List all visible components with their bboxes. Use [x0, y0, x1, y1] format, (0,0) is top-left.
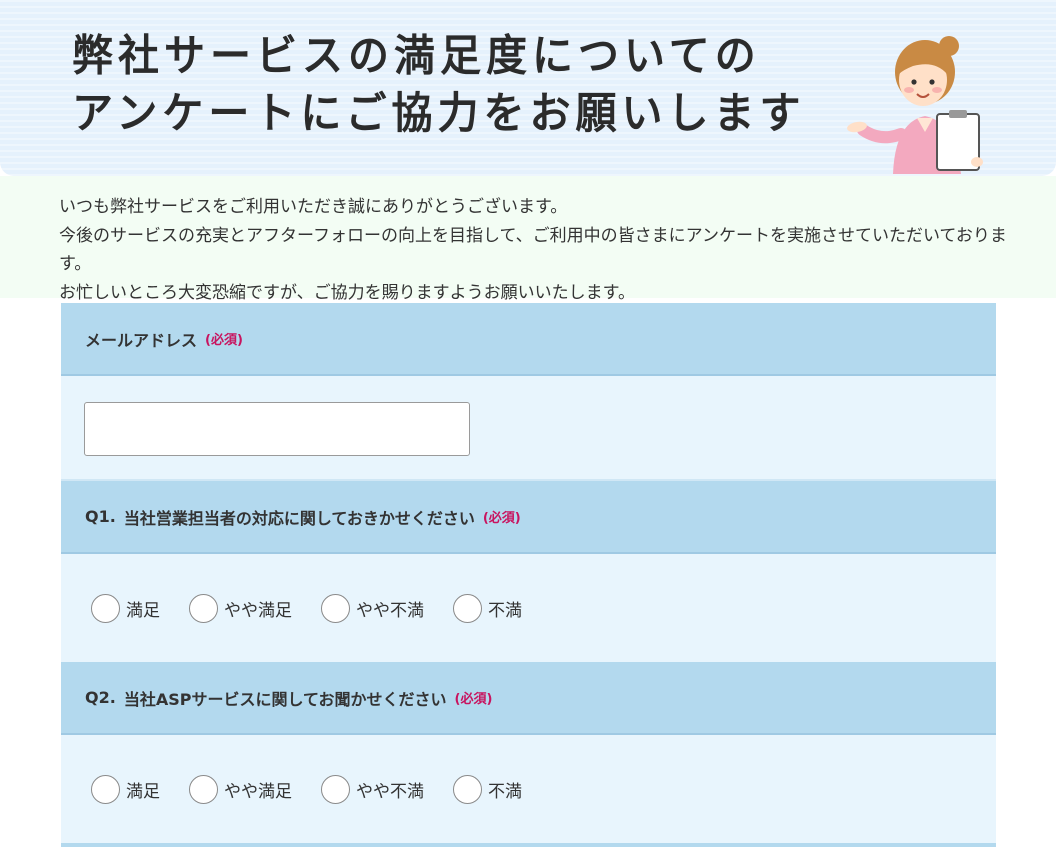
q1-option-label: 不満 [488, 600, 522, 621]
q1-header: Q1. 当社営業担当者の対応に関しておきかせください (必須) [61, 481, 996, 554]
banner-title-line1: 弊社サービスの満足度についての [72, 30, 761, 81]
q2-option-dissatisfied[interactable]: 不満 [453, 774, 522, 804]
q2-options: 満足 やや満足 やや不満 不満 [61, 735, 996, 843]
q1-text: 当社営業担当者の対応に関しておきかせください [123, 508, 475, 528]
intro-line2: 今後のサービスの充実とアフターフォローの向上を目指して、ご利用中の皆さまにアンケ… [59, 225, 1007, 275]
banner-title-line2: アンケートにご協力をお願いします [72, 88, 806, 139]
q1-option-dissatisfied[interactable]: 不満 [453, 593, 522, 623]
q2-option-label: やや不満 [356, 781, 424, 802]
email-label: メールアドレス [85, 330, 198, 350]
banner-title: 弊社サービスの満足度についての アンケートにご協力をお願いします [72, 27, 806, 143]
q2-option-somewhat-dissatisfied[interactable]: やや不満 [321, 774, 424, 804]
q2-option-label: 不満 [488, 781, 522, 802]
q2-option-somewhat-satisfied[interactable]: やや満足 [189, 774, 292, 804]
radio-button[interactable] [189, 774, 218, 804]
intro-text: いつも弊社サービスをご利用いただき誠にありがとうございます。 今後のサービスの充… [59, 193, 1009, 307]
q1-option-somewhat-dissatisfied[interactable]: やや不満 [321, 593, 424, 623]
required-badge: (必須) [482, 511, 521, 526]
survey-page: 弊社サービスの満足度についての アンケートにご協力をお願いします いつも弊社サー… [0, 0, 1056, 847]
email-section-header: メールアドレス (必須) [61, 303, 996, 376]
next-section-edge [61, 843, 996, 847]
q1-number: Q1. [85, 507, 116, 526]
mascot-illustration-icon [847, 36, 983, 174]
survey-form: メールアドレス (必須) Q1. 当社営業担当者の対応に関しておきかせください … [61, 303, 996, 847]
q1-option-satisfied[interactable]: 満足 [91, 593, 160, 623]
required-badge: (必須) [454, 692, 493, 707]
radio-button[interactable] [189, 593, 218, 623]
q1-option-label: やや不満 [356, 600, 424, 621]
q2-option-label: 満足 [126, 781, 160, 802]
q1-options: 満足 やや満足 やや不満 不満 [61, 554, 996, 662]
header-banner: 弊社サービスの満足度についての アンケートにご協力をお願いします [0, 0, 1056, 176]
q2-option-satisfied[interactable]: 満足 [91, 774, 160, 804]
radio-button[interactable] [453, 774, 482, 804]
q1-option-label: 満足 [126, 600, 160, 621]
q1-option-label: やや満足 [224, 600, 292, 621]
radio-button[interactable] [91, 774, 120, 804]
email-section-body [61, 376, 996, 481]
email-input[interactable] [84, 402, 470, 456]
q2-text: 当社ASPサービスに関してお聞かせください [123, 689, 447, 709]
radio-button[interactable] [453, 593, 482, 623]
required-badge: (必須) [205, 333, 243, 348]
q2-option-label: やや満足 [224, 781, 292, 802]
q2-header: Q2. 当社ASPサービスに関してお聞かせください (必須) [61, 662, 996, 735]
q1-option-somewhat-satisfied[interactable]: やや満足 [189, 593, 292, 623]
radio-button[interactable] [321, 774, 350, 804]
radio-button[interactable] [321, 593, 350, 623]
q2-number: Q2. [85, 688, 116, 707]
intro-line1: いつも弊社サービスをご利用いただき誠にありがとうございます。 [59, 197, 568, 217]
radio-button[interactable] [91, 593, 120, 623]
